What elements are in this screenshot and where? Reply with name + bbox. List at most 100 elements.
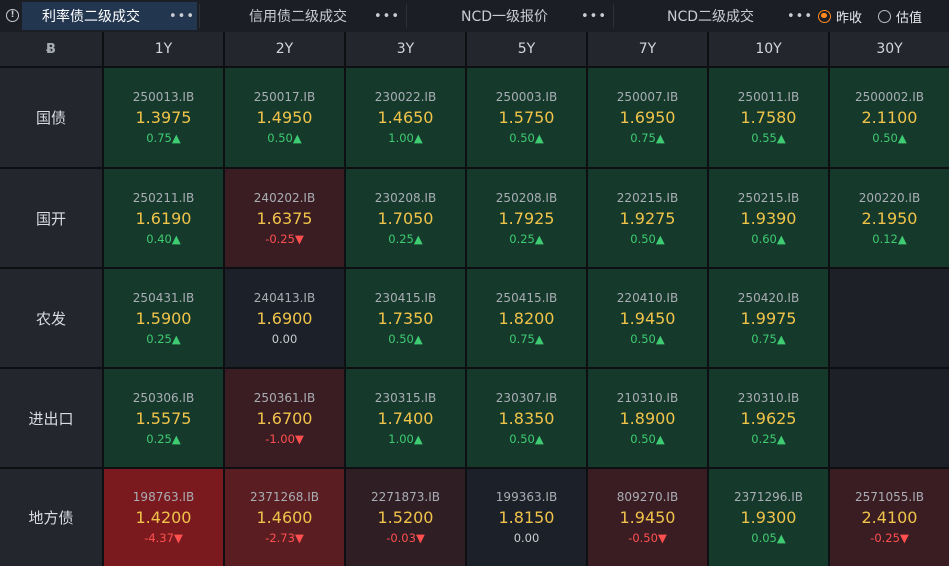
quote-cell[interactable]: 199363.IB 1.8150 0.00 [467,469,586,566]
yield-change: 0.55▲ [751,131,786,145]
quote-cell[interactable]: 230022.IB 1.4650 1.00▲ [346,68,465,167]
tenor-header-7y[interactable]: 7Y [588,32,707,66]
yield-change: 0.50▲ [267,131,302,145]
tab-credit-bond-secondary[interactable]: 信用债二级成交 ••• [200,2,405,30]
yield-value: 1.5750 [498,108,555,127]
row-header[interactable]: 国开 [0,169,102,267]
quote-cell[interactable]: 230415.IB 1.7350 0.50▲ [346,269,465,367]
quote-cell[interactable]: 250215.IB 1.9390 0.60▲ [709,169,828,267]
bond-code: 809270.IB [616,490,679,504]
yield-change: 0.75▲ [146,131,181,145]
yield-value: 1.4950 [256,108,313,127]
yield-grid: Ƀ 1Y 2Y 3Y 5Y 7Y 10Y 30Y 国债 250013.IB 1.3975 0.75▲… [0,32,949,566]
yield-change: 0.25▲ [146,331,181,346]
row-header[interactable]: 国债 [0,68,102,167]
grid-corner: Ƀ [0,32,102,66]
quote-cell[interactable]: 210310.IB 1.8900 0.50▲ [588,369,707,467]
quote-cell[interactable]: 2500002.IB 2.1100 0.50▲ [830,68,949,167]
row-header[interactable]: 进出口 [0,369,102,467]
bond-code: 210310.IB [616,390,679,405]
yield-change: 0.60▲ [751,231,786,246]
quote-cell[interactable]: 250415.IB 1.8200 0.75▲ [467,269,586,367]
quote-cell[interactable]: 240202.IB 1.6375 -0.25▼ [225,169,344,267]
quote-cell[interactable]: 2371268.IB 1.4600 -2.73▼ [225,469,344,566]
tab-rate-bond-secondary[interactable]: 利率债二级成交 ••• [22,2,197,30]
yield-value: 1.5575 [135,408,192,428]
quote-cell[interactable]: 230315.IB 1.7400 1.00▲ [346,369,465,467]
radio-label: 昨收 [836,10,863,26]
quote-cell[interactable]: 250208.IB 1.7925 0.25▲ [467,169,586,267]
yield-value: 1.6900 [256,308,313,328]
yield-value: 1.8150 [498,508,555,527]
quote-cell[interactable]: 240413.IB 1.6900 0.00 [225,269,344,367]
tenor-header-5y[interactable]: 5Y [467,32,586,66]
more-icon[interactable]: ••• [169,9,195,24]
quote-cell[interactable]: 250013.IB 1.3975 0.75▲ [104,68,223,167]
quote-cell[interactable]: 809270.IB 1.9450 -0.50▼ [588,469,707,566]
radio-button-selected[interactable] [818,9,831,23]
tenor-header-10y[interactable]: 10Y [709,32,828,66]
quote-cell[interactable]: 230307.IB 1.8350 0.50▲ [467,369,586,467]
quote-cell[interactable]: 250003.IB 1.5750 0.50▲ [467,68,586,167]
quote-cell[interactable]: 2271873.IB 1.5200 -0.03▼ [346,469,465,566]
quote-cell[interactable]: 200220.IB 2.1950 0.12▲ [830,169,949,267]
quote-cell[interactable]: 250011.IB 1.7580 0.55▲ [709,68,828,167]
quote-cell[interactable]: 2371296.IB 1.9300 0.05▲ [709,469,828,566]
bond-code: 200220.IB [858,190,921,205]
quote-cell[interactable]: 250431.IB 1.5900 0.25▲ [104,269,223,367]
yield-value: 1.4600 [256,508,313,527]
yield-value: 1.3975 [135,108,192,127]
quote-cell[interactable]: 250007.IB 1.6950 0.75▲ [588,68,707,167]
bond-code: 240202.IB [253,190,316,205]
yield-change: -4.37▼ [144,531,183,545]
quote-cell[interactable]: 230310.IB 1.9625 0.25▲ [709,369,828,467]
yield-value: 1.8200 [498,308,555,328]
quote-cell[interactable]: 220410.IB 1.9450 0.50▲ [588,269,707,367]
bond-code: 230415.IB [374,290,437,305]
quote-cell[interactable]: 250420.IB 1.9975 0.75▲ [709,269,828,367]
radio-button[interactable] [878,9,891,23]
more-icon[interactable]: ••• [787,9,813,24]
radio-valuation[interactable]: 估值 [878,2,922,30]
tab-ncd-secondary[interactable]: NCD二级成交 ••• [614,2,814,30]
yield-change: 0.12▲ [872,231,907,246]
tenor-header-30y[interactable]: 30Y [830,32,949,66]
yield-change: 0.50▲ [630,431,665,446]
yield-change: 0.00 [271,331,298,346]
tab-ncd-primary-quote[interactable]: NCD一级报价 ••• [407,2,612,30]
tenor-header-2y[interactable]: 2Y [225,32,344,66]
yield-value: 1.7350 [377,308,434,328]
tenor-header-1y[interactable]: 1Y [104,32,223,66]
quote-cell[interactable]: 250306.IB 1.5575 0.25▲ [104,369,223,467]
bond-code: 198763.IB [132,490,195,504]
quote-cell[interactable]: 250361.IB 1.6700 -1.00▼ [225,369,344,467]
more-icon[interactable]: ••• [374,9,400,24]
bond-code: 230315.IB [374,390,437,405]
bond-code: 220215.IB [616,190,679,205]
empty-cell [830,369,949,467]
tab-label: NCD一级报价 [461,9,549,25]
row-header[interactable]: 地方债 [0,469,102,566]
quote-cell[interactable]: 198763.IB 1.4200 -4.37▼ [104,469,223,566]
quote-cell[interactable]: 220215.IB 1.9275 0.50▲ [588,169,707,267]
quote-cell[interactable]: 230208.IB 1.7050 0.25▲ [346,169,465,267]
yield-value: 1.6375 [256,208,313,228]
yield-value: 1.5900 [135,308,192,328]
radio-prev-close[interactable]: 昨收 [818,2,862,30]
bond-code: 250306.IB [132,390,195,405]
yield-value: 1.9450 [619,508,676,527]
quote-cell[interactable]: 250211.IB 1.6190 0.40▲ [104,169,223,267]
more-icon[interactable]: ••• [581,9,607,24]
tab-label: 信用债二级成交 [249,9,347,25]
bond-code: 230307.IB [495,390,558,405]
row-header[interactable]: 农发 [0,269,102,367]
yield-change: 0.50▲ [630,231,665,246]
info-icon[interactable]: ! [6,9,19,22]
quote-cell[interactable]: 2571055.IB 2.4100 -0.25▼ [830,469,949,566]
yield-change: 0.75▲ [630,131,665,145]
yield-value: 1.6950 [619,108,676,127]
tenor-header-3y[interactable]: 3Y [346,32,465,66]
yield-change: 0.40▲ [146,231,181,246]
quote-cell[interactable]: 250017.IB 1.4950 0.50▲ [225,68,344,167]
bond-code: 2371296.IB [733,490,804,504]
